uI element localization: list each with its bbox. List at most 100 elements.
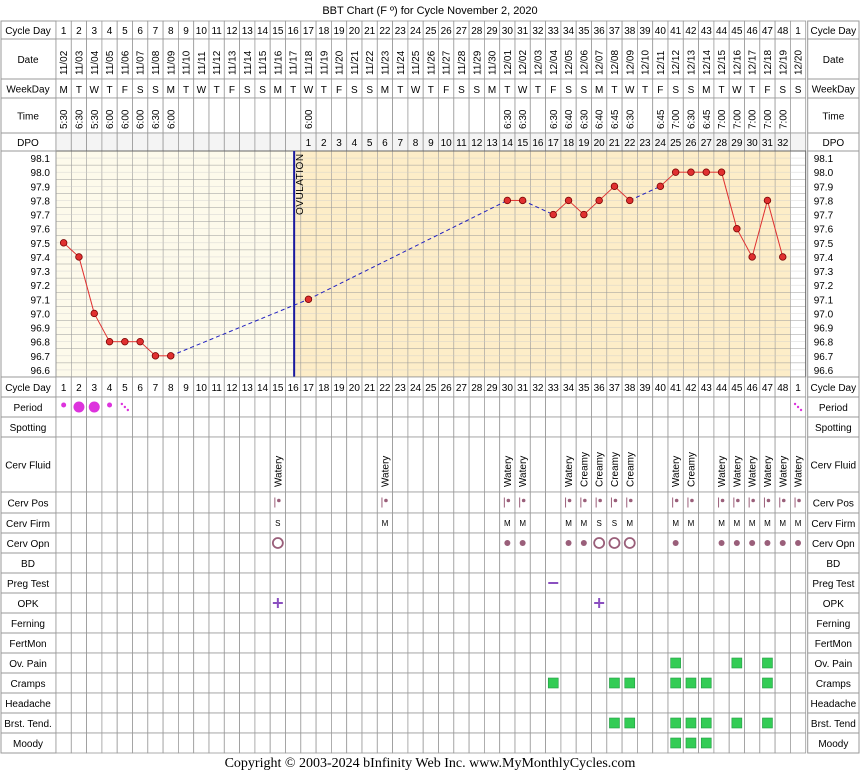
cycle-day-bottom-label: 3 — [91, 383, 97, 394]
obs-cell — [101, 692, 118, 714]
header-cell — [529, 97, 546, 134]
cycle-day-label: 17 — [303, 26, 315, 37]
y-tick-label-right: 97.3 — [814, 267, 834, 278]
obs-cell — [269, 572, 286, 594]
obs-cell — [193, 532, 210, 554]
obs-cell — [744, 672, 761, 694]
obs-cell — [529, 712, 546, 734]
obs-cell — [116, 632, 133, 654]
weekday-label: T — [183, 85, 189, 96]
obs-cell — [698, 572, 715, 594]
obs-cell — [101, 416, 118, 438]
obs-cell — [101, 612, 118, 634]
obs-cell — [361, 512, 378, 534]
time-label: 6:30 — [518, 109, 529, 129]
obs-cell — [55, 712, 72, 734]
obs-cell — [392, 712, 409, 734]
cycle-day-label: 47 — [762, 26, 774, 37]
temperature-point — [580, 210, 588, 219]
dpo-label: 6 — [382, 138, 388, 149]
obs-cell — [392, 491, 409, 514]
obs-cell — [652, 692, 669, 714]
obs-cell — [483, 491, 501, 514]
obs-cell — [177, 732, 195, 754]
obs-row-left-label: Cerv Firm — [6, 519, 50, 530]
dpo-label: 19 — [578, 138, 590, 149]
obs-cell — [223, 732, 241, 754]
obs-cell — [239, 592, 256, 614]
obs-cell — [132, 672, 149, 694]
obs-cell — [86, 552, 103, 574]
date-label: 12/16 — [732, 50, 743, 75]
temperature-point — [90, 309, 98, 318]
weekday-label: S — [779, 85, 786, 96]
obs-cell — [744, 491, 761, 514]
dpo-label: 28 — [716, 138, 728, 149]
obs-cell — [514, 552, 531, 574]
obs-cell — [223, 572, 241, 594]
obs-cell — [70, 712, 88, 734]
obs-cell — [713, 632, 730, 654]
obs-cell — [422, 652, 439, 674]
weekday-label: W — [411, 85, 421, 96]
ov-pain-mark — [731, 657, 743, 669]
header-cell — [285, 97, 302, 134]
obs-cell — [147, 572, 164, 594]
obs-cell — [285, 436, 302, 493]
obs-cell — [529, 572, 546, 594]
weekday-label: M — [381, 85, 389, 96]
obs-cell — [652, 436, 669, 493]
time-label: 7:00 — [717, 109, 728, 129]
obs-cell — [759, 491, 776, 514]
header-cell — [376, 97, 393, 134]
obs-cell — [239, 732, 256, 754]
obs-cell — [147, 712, 164, 734]
obs-cell — [483, 436, 501, 493]
cerv-fluid-label: Creamy — [595, 452, 606, 487]
time-label: 6:00 — [166, 109, 177, 129]
obs-cell — [208, 491, 225, 514]
obs-cell — [346, 612, 363, 634]
cycle-day-bottom-label: 48 — [777, 383, 789, 394]
obs-cell — [468, 652, 485, 674]
obs-cell — [759, 416, 776, 438]
obs-cell — [468, 532, 485, 554]
obs-cell — [177, 491, 195, 514]
cycle-day-label: 28 — [471, 26, 483, 37]
obs-cell — [575, 692, 592, 714]
date-label: 12/14 — [702, 50, 713, 75]
obs-cell — [453, 416, 470, 438]
date-label: 11/28 — [457, 50, 468, 75]
obs-cell — [422, 532, 439, 554]
obs-cell — [101, 652, 118, 674]
obs-cell — [223, 632, 241, 654]
cycle-day-bottom-label: 36 — [594, 383, 606, 394]
obs-cell — [453, 512, 470, 534]
obs-cell — [392, 532, 409, 554]
weekday-label: S — [152, 85, 159, 96]
obs-cell — [193, 396, 210, 418]
y-tick-label-left: 97.6 — [31, 225, 51, 236]
obs-cell — [682, 592, 699, 614]
obs-cell — [132, 572, 149, 594]
obs-cell — [346, 592, 363, 614]
obs-cell — [575, 592, 592, 614]
header-cell — [193, 97, 210, 134]
obs-row-left-label: Preg Test — [7, 579, 49, 590]
dpo-header-right-label: DPO — [823, 138, 845, 149]
obs-cell — [422, 436, 439, 493]
obs-cell — [637, 552, 654, 574]
obs-cell — [422, 732, 439, 754]
date-label: 11/13 — [227, 50, 238, 75]
cerv-firm-label: M — [779, 519, 786, 528]
time-label: 6:00 — [105, 109, 116, 129]
moody-mark — [670, 737, 681, 749]
obs-cell — [759, 396, 776, 418]
obs-cell — [529, 416, 546, 438]
obs-cell — [239, 692, 256, 714]
cerv-pos-dot — [736, 498, 740, 503]
obs-cell — [575, 632, 592, 654]
header-cell — [177, 97, 195, 134]
obs-cell — [239, 712, 256, 734]
obs-cell — [315, 712, 332, 734]
